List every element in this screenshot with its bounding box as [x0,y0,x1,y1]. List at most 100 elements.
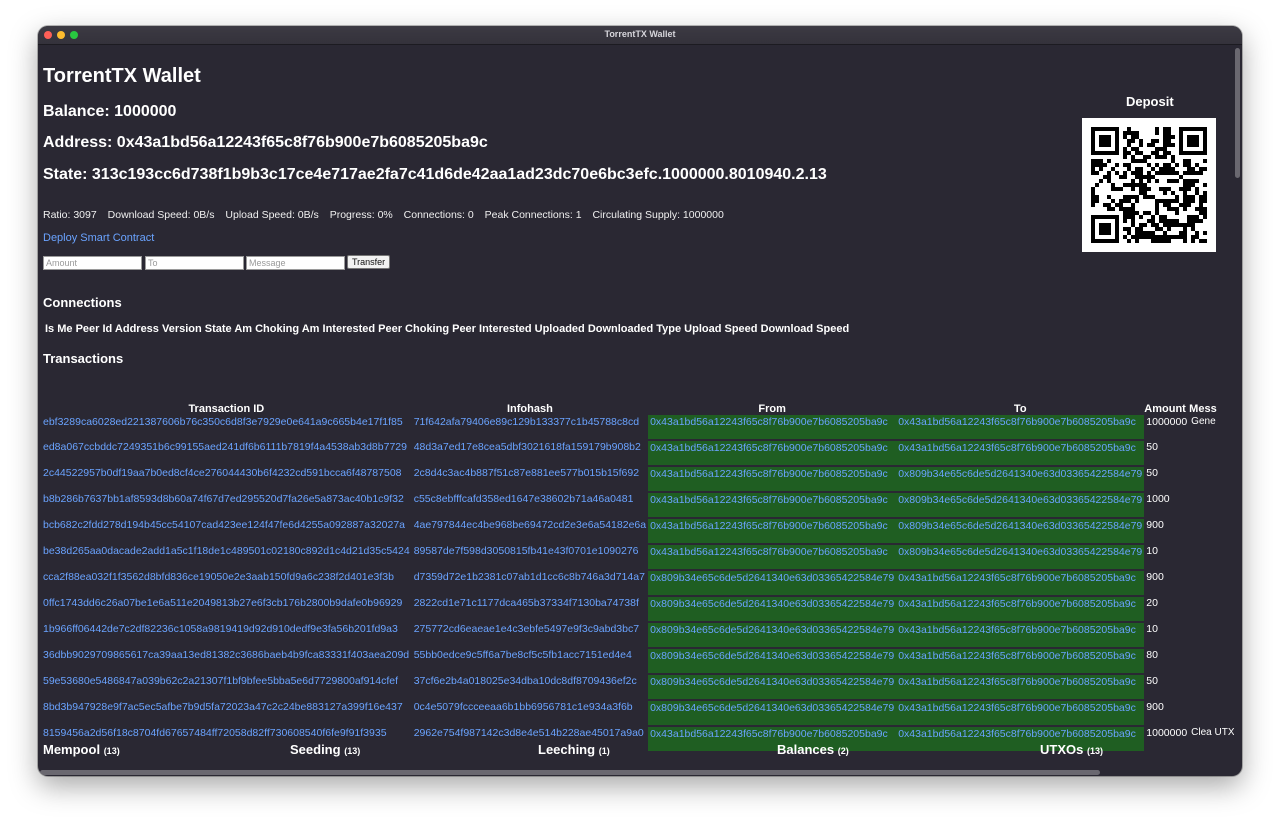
message-value [1189,648,1234,674]
message-value: Clea UTX [1191,727,1234,738]
title-bar: TorrentTX Wallet [38,26,1242,45]
infohash-link[interactable]: 0c4e5079fccceeaa6b1bb6956781c1e934a3f6b [412,700,648,726]
message-input[interactable] [246,256,345,270]
message-value [1189,700,1234,726]
from-address[interactable]: 0x809b34e65c6de5d2641340e63d03365422584e… [648,648,897,675]
transaction-id-link[interactable]: 36dbb9029709865617ca39aa13ed81382c3686ba… [41,648,412,674]
tab-mempool-label: Mempool [43,742,101,757]
deploy-smart-contract-link[interactable]: Deploy Smart Contract [43,232,154,244]
to-address[interactable]: 0x809b34e65c6de5d2641340e63d03365422584e… [896,544,1145,571]
horizontal-scrollbar[interactable] [40,770,1100,775]
col-from: From [758,402,786,415]
app-window: TorrentTX Wallet TorrentTX Wallet Balanc… [38,26,1242,776]
peak-connections-stat: Peak Connections: 1 [484,209,582,221]
from-address[interactable]: 0x809b34e65c6de5d2641340e63d03365422584e… [648,700,897,727]
transaction-id-link[interactable]: 8bd3b947928e9f7ac5ec5afbe7b9d5fa72023a47… [41,700,412,726]
amount-value: 1000000 [1146,727,1188,739]
table-row: cca2f88ea032f1f3562d8bfd836ce19050e2e3aa… [41,570,1234,597]
to-address[interactable]: 0x809b34e65c6de5d2641340e63d03365422584e… [896,518,1145,545]
from-address[interactable]: 0x809b34e65c6de5d2641340e63d03365422584e… [648,674,897,701]
table-row: be38d265aa0dacade2add1a5c1f18de1c489501c… [41,544,1234,571]
infohash-link[interactable]: 55bb0edce9c5ff6a7be8cf5c5fb1acc7151ed4e4 [412,648,648,674]
from-address[interactable]: 0x809b34e65c6de5d2641340e63d03365422584e… [648,596,897,623]
col-message: Mess [1189,402,1217,415]
window-title: TorrentTX Wallet [604,29,676,39]
from-address[interactable]: 0x809b34e65c6de5d2641340e63d03365422584e… [648,570,897,597]
from-address[interactable]: 0x43a1bd56a12243f65c8f76b900e7b6085205ba… [648,415,897,441]
col-amount: Amount [1144,402,1186,415]
transaction-id-link[interactable]: 1b966ff06442de7c2df82236c1058a9819419d92… [41,622,412,648]
transaction-id-link[interactable]: ed8a067ccbddc7249351b6c99155aed241df6b61… [41,440,412,466]
from-address[interactable]: 0x43a1bd56a12243f65c8f76b900e7b6085205ba… [648,518,897,545]
connections-table-header: Is Me Peer Id Address Version State Am C… [45,323,850,335]
transactions-header-row: Transaction ID Infohash From To Amount M… [41,402,1234,415]
infohash-link[interactable]: 4ae797844ec4be968be69472cd2e3e6a54182e6a [412,518,648,544]
page-title: TorrentTX Wallet [43,65,201,87]
connections-stat: Connections: 0 [403,209,474,221]
infohash-link[interactable]: d7359d72e1b2381c07ab1d1cc6c8b746a3d714a7 [412,570,648,596]
transaction-id-link[interactable]: 59e53680e5486847a039b62c2a21307f1bf9bfee… [41,674,412,700]
tab-leeching[interactable]: Leeching (1) [538,742,610,757]
from-address[interactable]: 0x43a1bd56a12243f65c8f76b900e7b6085205ba… [648,466,897,493]
infohash-link[interactable]: 2962e754f987142c3d8e4e514b228ae45017a9a0 [412,726,648,752]
infohash-link[interactable]: c55c8ebfffcafd358ed1647e38602b71a46a0481 [412,492,648,518]
tab-balances[interactable]: Balances (2) [777,742,849,757]
tab-seeding[interactable]: Seeding (13) [290,742,360,757]
transaction-id-link[interactable]: bcb682c2fdd278d194b45cc54107cad423ee124f… [41,518,412,544]
to-address[interactable]: 0x43a1bd56a12243f65c8f76b900e7b6085205ba… [896,596,1145,623]
infohash-link[interactable]: 89587de7f598d3050815fb41e43f0701e1090276 [412,544,648,570]
from-address[interactable]: 0x43a1bd56a12243f65c8f76b900e7b6085205ba… [648,726,897,753]
connections-title: Connections [43,295,122,310]
amount-value: 1000 [1146,493,1170,505]
from-address[interactable]: 0x43a1bd56a12243f65c8f76b900e7b6085205ba… [648,544,897,571]
to-address[interactable]: 0x43a1bd56a12243f65c8f76b900e7b6085205ba… [896,440,1145,467]
message-value [1189,622,1234,648]
from-address[interactable]: 0x809b34e65c6de5d2641340e63d03365422584e… [648,622,897,649]
tab-seeding-label: Seeding [290,742,341,757]
tab-utxos[interactable]: UTXOs (13) [1040,742,1103,757]
amount-value: 20 [1146,597,1158,609]
amount-value: 900 [1146,701,1164,713]
to-address[interactable]: 0x43a1bd56a12243f65c8f76b900e7b6085205ba… [896,648,1145,675]
transfer-button[interactable]: Transfer [347,255,391,269]
table-row: 1b966ff06442de7c2df82236c1058a9819419d92… [41,622,1234,649]
to-address[interactable]: 0x809b34e65c6de5d2641340e63d03365422584e… [896,492,1145,519]
transaction-id-link[interactable]: be38d265aa0dacade2add1a5c1f18de1c489501c… [41,544,412,570]
tab-seeding-count: (13) [344,746,361,756]
to-input[interactable] [145,256,244,270]
tab-mempool[interactable]: Mempool (13) [43,742,120,757]
tab-leeching-count: (1) [598,746,610,756]
ratio-stat: Ratio: 3097 [43,209,97,221]
transaction-id-link[interactable]: b8b286b7637bb1af8593d8b60a74f67d7ed29552… [41,492,412,518]
transaction-id-link[interactable]: 0ffc1743dd6c26a07be1e6a511e2049813b27e6f… [41,596,412,622]
infohash-link[interactable]: 71f642afa79406e89c129b133377c1b45788c8cd [412,415,648,440]
message-value: Gene [1191,416,1216,427]
vertical-scrollbar[interactable] [1235,48,1240,178]
tab-utxos-label: UTXOs [1040,742,1084,757]
infohash-link[interactable]: 2c8d4c3ac4b887f51c87e881ee577b015b15f692 [412,466,648,492]
progress-stat: Progress: 0% [329,209,393,221]
infohash-link[interactable]: 275772cd6eaeae1e4c3ebfe5497e9f3c9abd3bc7 [412,622,648,648]
stats-bar: Ratio: 3097 Download Speed: 0B/s Upload … [43,209,732,221]
infohash-link[interactable]: 48d3a7ed17e8cea5dbf3021618fa159179b908b2 [412,440,648,466]
transaction-id-link[interactable]: 2c44522957b0df19aa7b0ed8cf4ce276044430b6… [41,466,412,492]
table-row: b8b286b7637bb1af8593d8b60a74f67d7ed29552… [41,492,1234,519]
to-address[interactable]: 0x43a1bd56a12243f65c8f76b900e7b6085205ba… [896,726,1145,753]
col-transaction-id: Transaction ID [188,402,265,415]
amount-value: 50 [1146,467,1158,479]
transactions-table: Transaction ID Infohash From To Amount M… [41,402,1234,753]
to-address[interactable]: 0x43a1bd56a12243f65c8f76b900e7b6085205ba… [896,415,1145,441]
from-address[interactable]: 0x43a1bd56a12243f65c8f76b900e7b6085205ba… [648,440,897,467]
to-address[interactable]: 0x809b34e65c6de5d2641340e63d03365422584e… [896,466,1145,493]
to-address[interactable]: 0x43a1bd56a12243f65c8f76b900e7b6085205ba… [896,700,1145,727]
to-address[interactable]: 0x43a1bd56a12243f65c8f76b900e7b6085205ba… [896,570,1145,597]
from-address[interactable]: 0x43a1bd56a12243f65c8f76b900e7b6085205ba… [648,492,897,519]
to-address[interactable]: 0x43a1bd56a12243f65c8f76b900e7b6085205ba… [896,622,1145,649]
message-value [1189,544,1234,570]
to-address[interactable]: 0x43a1bd56a12243f65c8f76b900e7b6085205ba… [896,674,1145,701]
infohash-link[interactable]: 37cf6e2b4a018025e34dba10dc8df8709436ef2c [412,674,648,700]
transaction-id-link[interactable]: ebf3289ca6028ed221387606b76c350c6d8f3e79… [41,415,412,440]
transaction-id-link[interactable]: cca2f88ea032f1f3562d8bfd836ce19050e2e3aa… [41,570,412,596]
amount-input[interactable] [43,256,142,270]
infohash-link[interactable]: 2822cd1e71c1177dca465b37334f7130ba74738f [412,596,648,622]
